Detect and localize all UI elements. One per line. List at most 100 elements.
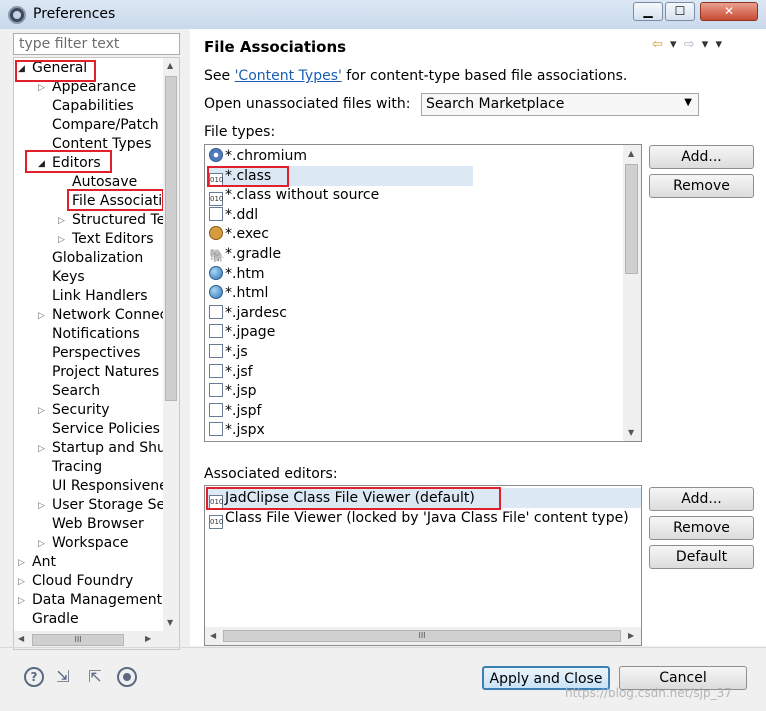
collapsed-toggle-icon[interactable]: ▷ [38,402,45,421]
filter-input[interactable]: type filter text [13,33,180,55]
tree-item-perspectives[interactable]: Perspectives [38,344,140,363]
editors-hscroll-thumb[interactable]: III [223,630,621,642]
see-prefix: See [204,68,235,84]
tree-item-label: Search [52,383,101,399]
tree-vscroll-thumb[interactable] [165,76,177,401]
tree-item-keys[interactable]: Keys [38,268,85,287]
file-type-row[interactable]: *.jpage [209,322,275,342]
forward-menu-chevron-icon[interactable]: ▾ [702,37,709,52]
export-icon[interactable]: ⇱ [85,667,105,687]
back-arrow-icon[interactable]: ⇦ [652,37,663,52]
tree-item-label: Globalization [52,250,144,266]
chevron-down-icon: ▼ [684,97,692,108]
forward-arrow-icon[interactable]: ⇨ [684,37,695,52]
tree-item-structured-text-editors[interactable]: ▷Structured Text Editors [58,211,179,231]
collapsed-toggle-icon[interactable]: ▷ [38,307,45,326]
file-type-row[interactable]: 010 *.class without source [209,185,379,207]
tree-item-label: Startup and Shutdown [52,440,179,456]
tree-item-label: Data Management [32,592,163,608]
tree-item-security[interactable]: ▷ Security [38,401,110,420]
remove-editor-button[interactable]: Remove [649,516,754,540]
tree-item-cloud-foundry[interactable]: ▷ Cloud Foundry [18,572,133,591]
tree-item-text-editors[interactable]: ▷ Text Editors [58,230,154,249]
tree-item-capabilities[interactable]: Capabilities [38,97,134,116]
file-type-row[interactable]: *.js [209,342,248,362]
add-editor-button[interactable]: Add... [649,487,754,511]
file-type-row[interactable]: *.exec [209,224,269,244]
tree-item-label: Capabilities [52,98,134,114]
collapsed-toggle-icon[interactable]: ▷ [18,573,25,592]
tree-vertical-scrollbar[interactable]: ▲ ▼ [163,58,179,631]
file-type-row[interactable]: *.jspx [209,420,265,440]
tree-item-compare-patch[interactable]: Compare/Patch [38,116,159,135]
tree-item-notifications[interactable]: Notifications [38,325,140,344]
preferences-tree[interactable]: ◢ General ▷ Appearance Capabilities Compare/P… [13,57,180,650]
collapsed-toggle-icon[interactable]: ▷ [58,212,65,231]
collapsed-toggle-icon[interactable]: ▷ [38,535,45,554]
file-type-label: *.jardesc [225,304,287,321]
tree-item-workspace[interactable]: ▷ Workspace [38,534,129,553]
close-button[interactable]: ✕ [700,2,758,21]
editors-horizontal-scrollbar[interactable]: ◀ III ▶ [205,627,641,645]
tree-item-network-connections[interactable]: ▷ Network Connections [38,306,179,326]
tree-item-ui-responsiveness[interactable]: UI Responsiveness [38,477,179,496]
file-type-row[interactable]: *.ddl [209,205,258,225]
tree-item-tracing[interactable]: Tracing [38,458,102,477]
file-types-list[interactable]: *.chromium 010 *.class 010 *.class without s… [204,144,642,442]
default-editor-button[interactable]: Default [649,545,754,569]
import-icon[interactable]: ⇲ [53,667,73,687]
file-types-vertical-scrollbar[interactable]: ▲ ▼ [623,145,641,441]
chrome-file-icon [209,148,223,162]
minimize-button[interactable]: ▁ [633,2,663,21]
remove-file-type-button[interactable]: Remove [649,174,754,198]
file-type-row[interactable]: 🐘*.gradle [209,244,281,264]
file-type-row[interactable]: *.jsf [209,362,253,382]
file-type-label: *.chromium [225,148,308,164]
record-icon[interactable] [117,667,137,687]
eclipse-app-icon [8,6,26,24]
file-type-label: *.jsf [225,363,253,380]
tree-item-service-policies[interactable]: Service Policies [38,420,160,439]
associated-editors-label: Associated editors: [204,466,338,482]
associated-editors-list[interactable]: 010 JadClipse Class File Viewer (default)… [204,485,642,646]
tree-item-label: Tracing [52,459,103,475]
file-type-row[interactable]: *.jardesc [209,303,287,323]
collapsed-toggle-icon[interactable]: ▷ [38,497,45,516]
content-types-link[interactable]: 'Content Types' [235,68,342,84]
associated-editor-row[interactable]: 010 Class File Viewer (locked by 'Java Cl… [209,508,629,529]
collapsed-toggle-icon[interactable]: ▷ [58,231,65,250]
tree-item-gradle[interactable]: Gradle [18,610,79,629]
tree-item-web-browser[interactable]: Web Browser [38,515,144,534]
help-icon[interactable]: ? [24,667,44,687]
back-menu-chevron-icon[interactable]: ▾ [670,37,677,52]
collapsed-toggle-icon[interactable]: ▷ [38,440,45,459]
tree-item-label: Workspace [52,535,129,551]
file-type-label: *.jspf [225,402,262,419]
view-menu-chevron-icon[interactable]: ▾ [715,37,722,52]
open-unassociated-select[interactable]: Search Marketplace ▼ [421,93,699,116]
add-file-type-button[interactable]: Add... [649,145,754,169]
preferences-window: Preferences ▁ ☐ ✕ type filter text ◢ Gene… [0,0,766,711]
tree-item-ant[interactable]: ▷ Ant [18,553,56,572]
tree-item-search[interactable]: Search [38,382,100,401]
tree-item-project-natures[interactable]: Project Natures [38,363,159,382]
file-type-row[interactable]: *.chromium [209,146,307,166]
collapsed-toggle-icon[interactable]: ▷ [18,592,25,611]
file-type-row[interactable]: *.html [209,283,268,303]
tree-item-label: Web Browser [52,516,144,532]
gear-file-icon [209,226,223,241]
tree-item-user-storage-service[interactable]: ▷ User Storage Service [38,496,179,516]
file-types-vscroll-thumb[interactable] [625,164,638,274]
tree-hscroll-thumb[interactable]: III [32,634,124,646]
tree-item-startup-and-shutdown[interactable]: ▷ Startup and Shutdown [38,439,179,459]
tree-item-data-management[interactable]: ▷ Data Management [18,591,162,610]
tree-item-globalization[interactable]: Globalization [38,249,143,268]
maximize-button[interactable]: ☐ [665,2,695,21]
file-type-row[interactable]: *.htm [209,264,264,284]
file-type-row[interactable]: *.jsp [209,381,257,401]
doc-file-icon [209,206,223,221]
tree-item-link-handlers[interactable]: Link Handlers [38,287,148,306]
collapsed-toggle-icon[interactable]: ▷ [18,554,25,573]
tree-item-label: Security [52,402,110,418]
file-type-row[interactable]: *.jspf [209,401,261,421]
